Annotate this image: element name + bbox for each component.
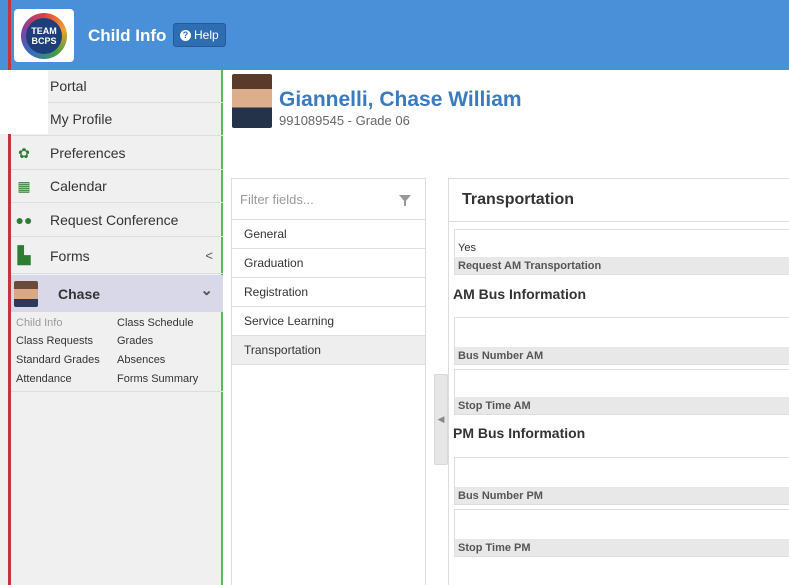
- sidebar-item-forms[interactable]: ▙ Forms <: [11, 238, 223, 274]
- team-bcps-logo[interactable]: TEAM BCPS: [14, 9, 74, 62]
- field-label: Bus Number PM: [455, 487, 789, 504]
- field-item-registration[interactable]: Registration: [232, 278, 425, 307]
- calendar-icon: ▦: [17, 177, 31, 194]
- panel-divider: [449, 221, 789, 222]
- collapse-panel-handle[interactable]: ◀: [434, 374, 448, 465]
- sidebar-item-label: Forms: [50, 247, 90, 264]
- sidebar-item-label: Calendar: [50, 178, 107, 194]
- sidebar-item-label: Portal: [50, 78, 87, 94]
- triangle-left-icon: ◀: [437, 414, 445, 424]
- field-item-transportation[interactable]: Transportation: [232, 336, 425, 365]
- stop-time-am-field[interactable]: Stop Time AM: [454, 369, 789, 415]
- field-label: Bus Number AM: [455, 347, 789, 364]
- bus-number-pm-field[interactable]: Bus Number PM: [454, 457, 789, 505]
- sidebar-item-child-chase[interactable]: Chase ⌄: [11, 275, 223, 312]
- student-photo: [232, 74, 272, 128]
- am-bus-section-title: AM Bus Information: [453, 286, 586, 302]
- filter-fields-input[interactable]: [240, 192, 390, 207]
- page-title: Child Info: [88, 26, 167, 45]
- field-label: Stop Time PM: [455, 539, 789, 556]
- logo-line2: BCPS: [31, 35, 57, 46]
- sub-link-forms-summary[interactable]: Forms Summary: [117, 373, 198, 385]
- header-accent-bar: [8, 0, 11, 70]
- sidebar-divider: [11, 391, 223, 392]
- sidebar-item-request-conference[interactable]: ●● Request Conference: [11, 204, 223, 237]
- field-item-service-learning[interactable]: Service Learning: [232, 307, 425, 336]
- sidebar: Portal My Profile ✿ Preferences ▦ Calend…: [0, 70, 223, 585]
- sidebar-item-label: My Profile: [50, 111, 113, 127]
- sub-link-child-info[interactable]: Child Info: [16, 317, 62, 329]
- student-id-grade: 991089545 - Grade 06: [279, 113, 410, 128]
- logo-text: TEAM BCPS: [26, 17, 62, 54]
- sub-link-attendance[interactable]: Attendance: [16, 373, 72, 385]
- field-item-graduation[interactable]: Graduation: [232, 249, 425, 278]
- filter-icon[interactable]: [399, 195, 411, 206]
- top-header: TEAM BCPS Child Info ? Help: [0, 0, 789, 70]
- bus-number-am-field[interactable]: Bus Number AM: [454, 317, 789, 365]
- question-circle-icon: ?: [180, 29, 191, 41]
- chevron-left-icon: <: [205, 248, 213, 263]
- pm-bus-section-title: PM Bus Information: [453, 425, 586, 441]
- sidebar-item-label: Request Conference: [50, 212, 179, 228]
- sub-link-absences[interactable]: Absences: [117, 354, 165, 366]
- transportation-panel: Transportation Yes Request AM Transporta…: [448, 178, 789, 585]
- transportation-title: Transportation: [462, 191, 575, 208]
- child-name: Chase: [58, 285, 101, 302]
- student-name: Giannelli, Chase William: [279, 88, 522, 111]
- help-label: Help: [194, 28, 219, 42]
- avatar: [14, 280, 38, 307]
- field-label: Stop Time AM: [455, 397, 789, 414]
- logo-ring: TEAM BCPS: [21, 12, 67, 59]
- field-item-general[interactable]: General: [232, 220, 425, 249]
- sub-link-standard-grades[interactable]: Standard Grades: [16, 354, 100, 366]
- field-value: Yes: [458, 242, 476, 254]
- filter-box: [232, 179, 425, 220]
- file-icon: ▙: [17, 245, 31, 265]
- sub-link-grades[interactable]: Grades: [117, 335, 153, 347]
- fields-panel: General Graduation Registration Service …: [231, 178, 426, 585]
- stop-time-pm-field[interactable]: Stop Time PM: [454, 509, 789, 557]
- sidebar-item-preferences[interactable]: ✿ Preferences: [11, 137, 223, 170]
- sidebar-item-label: Preferences: [50, 145, 126, 161]
- sub-link-class-schedule[interactable]: Class Schedule: [117, 317, 193, 329]
- field-label: Request AM Transportation: [455, 257, 789, 274]
- gear-icon: ✿: [18, 144, 30, 161]
- chevron-down-icon: ⌄: [200, 282, 213, 299]
- sidebar-overlay: [0, 70, 48, 134]
- sub-link-class-requests[interactable]: Class Requests: [16, 335, 93, 347]
- request-am-transportation-field[interactable]: Yes Request AM Transportation: [454, 229, 789, 275]
- help-button[interactable]: ? Help: [173, 23, 226, 47]
- logo-line1: TEAM: [31, 25, 57, 36]
- users-icon: ●●: [15, 212, 33, 228]
- sidebar-item-calendar[interactable]: ▦ Calendar: [11, 170, 223, 203]
